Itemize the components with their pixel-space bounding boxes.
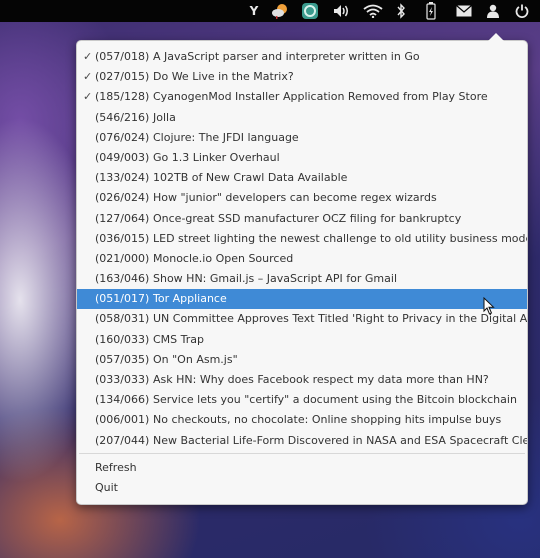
story-title: New Bacterial Life-Form Discovered in NA… bbox=[153, 433, 527, 447]
story-menu-item[interactable]: ✓ (057/018) A JavaScript parser and interp… bbox=[77, 47, 527, 67]
power-icon[interactable] bbox=[514, 2, 530, 20]
story-counts: (546/216) bbox=[95, 110, 150, 124]
story-counts: (057/035) bbox=[95, 352, 150, 366]
story-title: Ask HN: Why does Facebook respect my dat… bbox=[153, 373, 489, 386]
story-menu-item[interactable]: (546/216) Jolla bbox=[77, 108, 527, 128]
story-menu-item[interactable]: (207/044) New Bacterial Life-Form Discove… bbox=[77, 431, 527, 451]
story-counts: (057/018) bbox=[95, 50, 150, 63]
story-title: LED street lighting the newest challenge… bbox=[153, 231, 527, 245]
menu-pointer bbox=[488, 33, 504, 41]
story-title: Show HN: Gmail.js – JavaScript API for G… bbox=[153, 272, 397, 286]
story-menu-item[interactable]: (026/024) How "junior" developers can bec… bbox=[77, 188, 527, 208]
story-menu-item[interactable]: (021/000) Monocle.io Open Sourced bbox=[77, 249, 527, 269]
story-counts: (006/001) bbox=[95, 413, 150, 427]
story-menu-item[interactable]: (049/003) Go 1.3 Linker Overhaul bbox=[77, 148, 527, 168]
story-counts: (026/024) bbox=[95, 191, 150, 205]
story-list: ✓ (057/018) A JavaScript parser and interp… bbox=[77, 47, 527, 451]
weather-icon[interactable] bbox=[270, 2, 290, 20]
story-menu-item[interactable]: (058/031) UN Committee Approves Text Titl… bbox=[77, 309, 527, 329]
story-counts: (051/017) bbox=[95, 292, 150, 306]
story-title: Do We Live in the Matrix? bbox=[153, 70, 294, 84]
wifi-icon[interactable] bbox=[362, 2, 384, 20]
story-menu-item[interactable]: (051/017) Tor Appliance bbox=[77, 289, 527, 310]
story-title: 102TB of New Crawl Data Available bbox=[153, 171, 348, 185]
story-counts: (185/128) bbox=[95, 90, 150, 104]
story-menu-item[interactable]: (134/066) Service lets you "certify" a do… bbox=[77, 390, 527, 410]
story-title: UN Committee Approves Text Titled 'Right… bbox=[153, 312, 527, 326]
story-menu-item[interactable]: (133/024) 102TB of New Crawl Data Availab… bbox=[77, 168, 527, 188]
story-title: Once-great SSD manufacturer OCZ filing f… bbox=[153, 211, 462, 225]
checkmark-icon: ✓ bbox=[83, 50, 93, 63]
bluetooth-icon[interactable] bbox=[394, 2, 408, 20]
story-counts: (021/000) bbox=[95, 251, 150, 265]
story-counts: (163/046) bbox=[95, 272, 150, 286]
story-counts: (160/033) bbox=[95, 332, 150, 346]
story-counts: (027/015) bbox=[95, 70, 150, 84]
battery-icon[interactable] bbox=[424, 2, 438, 20]
story-menu-item[interactable]: (160/033) CMS Trap bbox=[77, 330, 527, 350]
top-panel: Y bbox=[0, 0, 540, 22]
story-title: A JavaScript parser and interpreter writ… bbox=[153, 50, 420, 63]
story-menu-item[interactable]: (057/035) On "On Asm.js" bbox=[77, 350, 527, 370]
story-title: How "junior" developers can become regex… bbox=[153, 191, 437, 205]
story-counts: (036/015) bbox=[95, 231, 150, 245]
story-counts: (076/024) bbox=[95, 130, 150, 144]
story-counts: (207/044) bbox=[95, 433, 150, 447]
story-title: CMS Trap bbox=[153, 332, 204, 346]
story-title: On "On Asm.js" bbox=[153, 352, 238, 366]
quit-menu-item[interactable]: Quit bbox=[95, 478, 118, 498]
story-counts: (033/033) bbox=[95, 373, 150, 386]
checkmark-icon: ✓ bbox=[83, 90, 93, 104]
story-counts: (049/003) bbox=[95, 150, 150, 164]
story-menu-item[interactable]: ✓ (027/015) Do We Live in the Matrix? bbox=[77, 67, 527, 87]
story-title: CyanogenMod Installer Application Remove… bbox=[153, 90, 488, 104]
volume-icon[interactable] bbox=[332, 2, 352, 20]
story-menu-item[interactable]: ✓ (185/128) CyanogenMod Installer Applicat… bbox=[77, 87, 527, 107]
story-menu-item[interactable]: (033/033) Ask HN: Why does Facebook respe… bbox=[77, 370, 527, 390]
story-title: Service lets you "certify" a document us… bbox=[153, 393, 517, 407]
story-counts: (134/066) bbox=[95, 393, 150, 407]
hacker-news-menu: ✓ (057/018) A JavaScript parser and interp… bbox=[76, 33, 528, 505]
story-title: No checkouts, no chocolate: Online shopp… bbox=[153, 413, 502, 427]
story-title: Clojure: The JFDI language bbox=[153, 130, 299, 144]
story-title: Monocle.io Open Sourced bbox=[153, 251, 294, 265]
story-title: Go 1.3 Linker Overhaul bbox=[153, 150, 280, 164]
story-counts: (127/064) bbox=[95, 211, 150, 225]
story-menu-item[interactable]: (036/015) LED street lighting the newest … bbox=[77, 229, 527, 249]
user-icon[interactable] bbox=[485, 2, 501, 20]
menu-separator bbox=[79, 453, 525, 454]
refresh-menu-item[interactable]: Refresh bbox=[95, 458, 137, 478]
story-counts: (058/031) bbox=[95, 312, 150, 326]
app-indicator-icon[interactable] bbox=[300, 2, 320, 20]
story-menu-item[interactable]: (163/046) Show HN: Gmail.js – JavaScript … bbox=[77, 269, 527, 289]
story-menu-item[interactable]: (006/001) No checkouts, no chocolate: Onl… bbox=[77, 410, 527, 430]
mouse-pointer-icon bbox=[483, 297, 495, 315]
hacker-news-indicator-icon[interactable]: Y bbox=[246, 2, 262, 20]
checkmark-icon: ✓ bbox=[83, 70, 93, 84]
story-title: Tor Appliance bbox=[153, 292, 227, 306]
story-counts: (133/024) bbox=[95, 171, 150, 185]
story-title: Jolla bbox=[153, 110, 176, 124]
mail-icon[interactable] bbox=[455, 2, 473, 20]
story-menu-item[interactable]: (127/064) Once-great SSD manufacturer OCZ… bbox=[77, 209, 527, 229]
story-menu-item[interactable]: (076/024) Clojure: The JFDI language bbox=[77, 128, 527, 148]
